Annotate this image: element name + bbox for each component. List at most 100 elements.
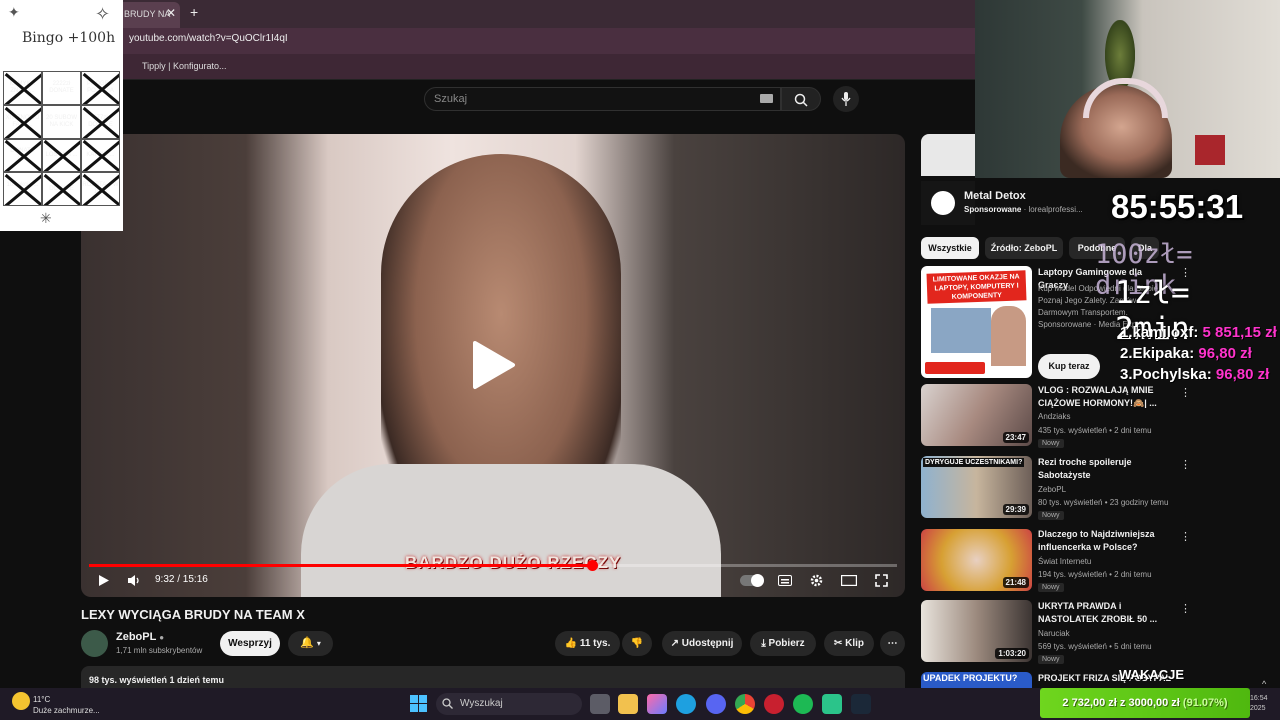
kebab-menu-icon[interactable]: ⋮ (1180, 602, 1191, 615)
video-stats: 80 tys. wyświetleń • 23 godziny temu (1038, 498, 1169, 507)
ad-thumbnail[interactable]: LIMITOWANE OKAZJE NA LAPTOPY, KOMPUTERY … (921, 266, 1032, 378)
video-title-link[interactable]: Rezi troche spoileruje Sabotażyste (1038, 456, 1172, 482)
windows-start-icon[interactable] (410, 695, 427, 712)
video-thumbnail[interactable]: 23:47 (921, 384, 1032, 446)
taskbar-search[interactable]: Wyszukaj (436, 693, 582, 715)
video-title-link[interactable]: Dlaczego to Najdziwniejsza influencerka … (1038, 528, 1172, 554)
file-explorer-icon[interactable] (618, 694, 638, 714)
sparkle-icon: ✳ (40, 210, 52, 226)
views-and-date: 98 tys. wyświetleń 1 dzień temu (89, 675, 225, 685)
ad-title[interactable]: Metal Detox (964, 190, 1026, 202)
weather-icon[interactable] (12, 692, 30, 710)
theater-mode-icon[interactable] (841, 575, 857, 586)
taskbar-search-label: Wyszukaj (460, 698, 503, 709)
play-small-icon[interactable] (98, 574, 110, 587)
sponsor-card[interactable] (921, 181, 975, 225)
subtitles-icon[interactable] (778, 575, 792, 586)
search-input[interactable]: Szukaj (424, 87, 781, 111)
video-thumbnail[interactable]: 1:03:20 (921, 600, 1032, 662)
sparkle-icon: ✧ (95, 4, 111, 24)
kebab-menu-icon[interactable]: ⋮ (1180, 458, 1191, 471)
progress-scrubber[interactable] (586, 560, 598, 571)
search-button[interactable] (781, 87, 821, 111)
download-button[interactable]: ⤓ Pobierz (750, 631, 816, 656)
voice-search-button[interactable] (833, 86, 859, 112)
video-thumbnail[interactable]: UPADEK PROJEKTU? (921, 672, 1032, 688)
copilot-icon[interactable] (647, 694, 667, 714)
donation-goal-bar: 2 732,00 zł z 3000,00 zł (91.07%) (1040, 688, 1250, 718)
kebab-menu-icon[interactable]: ⋮ (1180, 386, 1191, 399)
chrome-icon[interactable] (735, 694, 755, 714)
share-button[interactable]: ↗ Udostępnij (662, 631, 742, 656)
video-thumbnail[interactable]: DYRYGUJE UCZESTNIKAMI? 29:39 (921, 456, 1032, 518)
ad-thumbnail-text: LIMITOWANE OKAZJE NA LAPTOPY, KOMPUTERY … (926, 270, 1027, 304)
search-icon (442, 698, 453, 709)
video-channel[interactable]: Naruciak (1038, 629, 1070, 638)
sparkle-icon: ✦ (8, 4, 20, 20)
channel-name-text[interactable]: ZeboPL (116, 631, 156, 643)
duration-badge: 21:48 (1002, 577, 1029, 588)
like-count: 11 tys. (579, 638, 611, 649)
more-actions-button[interactable]: ⋯ (880, 631, 905, 656)
video-title-link[interactable]: UKRYTA PRAWDA i NASTOLATEK ZROBIŁ 50 ... (1038, 600, 1172, 626)
new-tab-button[interactable]: + (190, 4, 198, 20)
support-button[interactable]: Wesprzyj (220, 631, 280, 656)
video-title-link[interactable]: VLOG : ROZWALAJĄ MNIE CIĄŻOWE HORMONY!🙈|… (1038, 384, 1172, 410)
new-badge: Nowy (1038, 511, 1064, 520)
video-player[interactable]: BARDZO DUŻO RZECZY 9:32 / 15:16 (81, 134, 905, 597)
download-label: Pobierz (768, 638, 805, 649)
chip-all[interactable]: Wszystkie (921, 237, 979, 259)
chevron-up-icon[interactable]: ^ (1262, 679, 1266, 689)
chip-source[interactable]: Źródło: ZeboPL (985, 237, 1063, 259)
verified-icon: ● (159, 633, 165, 642)
close-tab-icon[interactable]: ✕ (166, 6, 176, 20)
video-channel[interactable]: Świat Internetu (1038, 557, 1091, 566)
bingo-grid: KAMYK... ZNAJD... 2222zł DONATE PROGR... P… (3, 71, 120, 206)
bingo-cell: 10x akcja ... 5zł (3, 172, 42, 206)
discord-icon[interactable] (706, 694, 726, 714)
notifications-button[interactable]: 🔔 ▾ (288, 631, 333, 656)
share-label: Udostępnij (681, 638, 734, 649)
ad-banner[interactable] (921, 134, 976, 176)
edge-icon[interactable] (676, 694, 696, 714)
dislike-button[interactable]: 👎 (622, 631, 652, 656)
video-time: 9:32 / 15:16 (155, 574, 208, 585)
stream-timer: 85:55:31 (1111, 188, 1244, 225)
new-badge: Nowy (1038, 655, 1064, 664)
video-channel[interactable]: ZeboPL (1038, 485, 1066, 494)
microphone-icon (841, 92, 851, 106)
spotify-icon[interactable] (793, 694, 813, 714)
clock[interactable]: 16:54 2025 (1250, 694, 1268, 714)
bingo-cell: XIV ZNOWU FAKE... (3, 104, 42, 139)
fullscreen-icon[interactable] (875, 574, 888, 587)
top-donor-3: 3.Pochylska: 96,80 zł (1120, 366, 1270, 383)
play-icon[interactable] (471, 340, 517, 390)
bookmark-tipply[interactable]: Tipply | Konfigurato... (142, 61, 227, 71)
opera-icon[interactable] (764, 694, 784, 714)
channel-name[interactable]: ZeboPL ● (116, 631, 164, 643)
like-button[interactable]: 👍 11 tys. (555, 631, 620, 656)
url-text[interactable]: youtube.com/watch?v=QuOClr1I4qI (129, 33, 288, 44)
keyboard-icon[interactable] (760, 94, 773, 103)
thumbnail-text: DYRYGUJE UCZESTNIKAMI? (923, 458, 1025, 467)
video-channel[interactable]: Andziaks (1038, 412, 1070, 421)
steam-icon[interactable] (851, 694, 871, 714)
task-view-icon[interactable] (590, 694, 610, 714)
app-icon[interactable] (822, 694, 842, 714)
red-box (1195, 135, 1225, 165)
weather-widget[interactable]: 11°C Duże zachmurze... (33, 694, 100, 716)
video-thumbnail[interactable]: 21:48 (921, 529, 1032, 591)
progress-bar[interactable] (89, 560, 897, 571)
bingo-cell: ROZSTA... W 100h (81, 172, 120, 206)
bingo-cell: LOST NA ... (42, 138, 81, 173)
settings-gear-icon[interactable] (810, 574, 823, 587)
video-title: LEXY WYCIĄGA BRUDY NA TEAM X (81, 607, 305, 622)
kebab-menu-icon[interactable]: ⋮ (1180, 530, 1191, 543)
search-placeholder: Szukaj (434, 93, 468, 105)
volume-icon[interactable] (127, 574, 141, 587)
clip-button[interactable]: ✂ Klip (824, 631, 874, 656)
autoplay-toggle[interactable] (740, 574, 764, 587)
buy-now-button[interactable]: Kup teraz (1038, 354, 1100, 379)
bingo-cell: PROGR... POJAWIA (81, 71, 120, 105)
channel-avatar[interactable] (81, 630, 108, 657)
